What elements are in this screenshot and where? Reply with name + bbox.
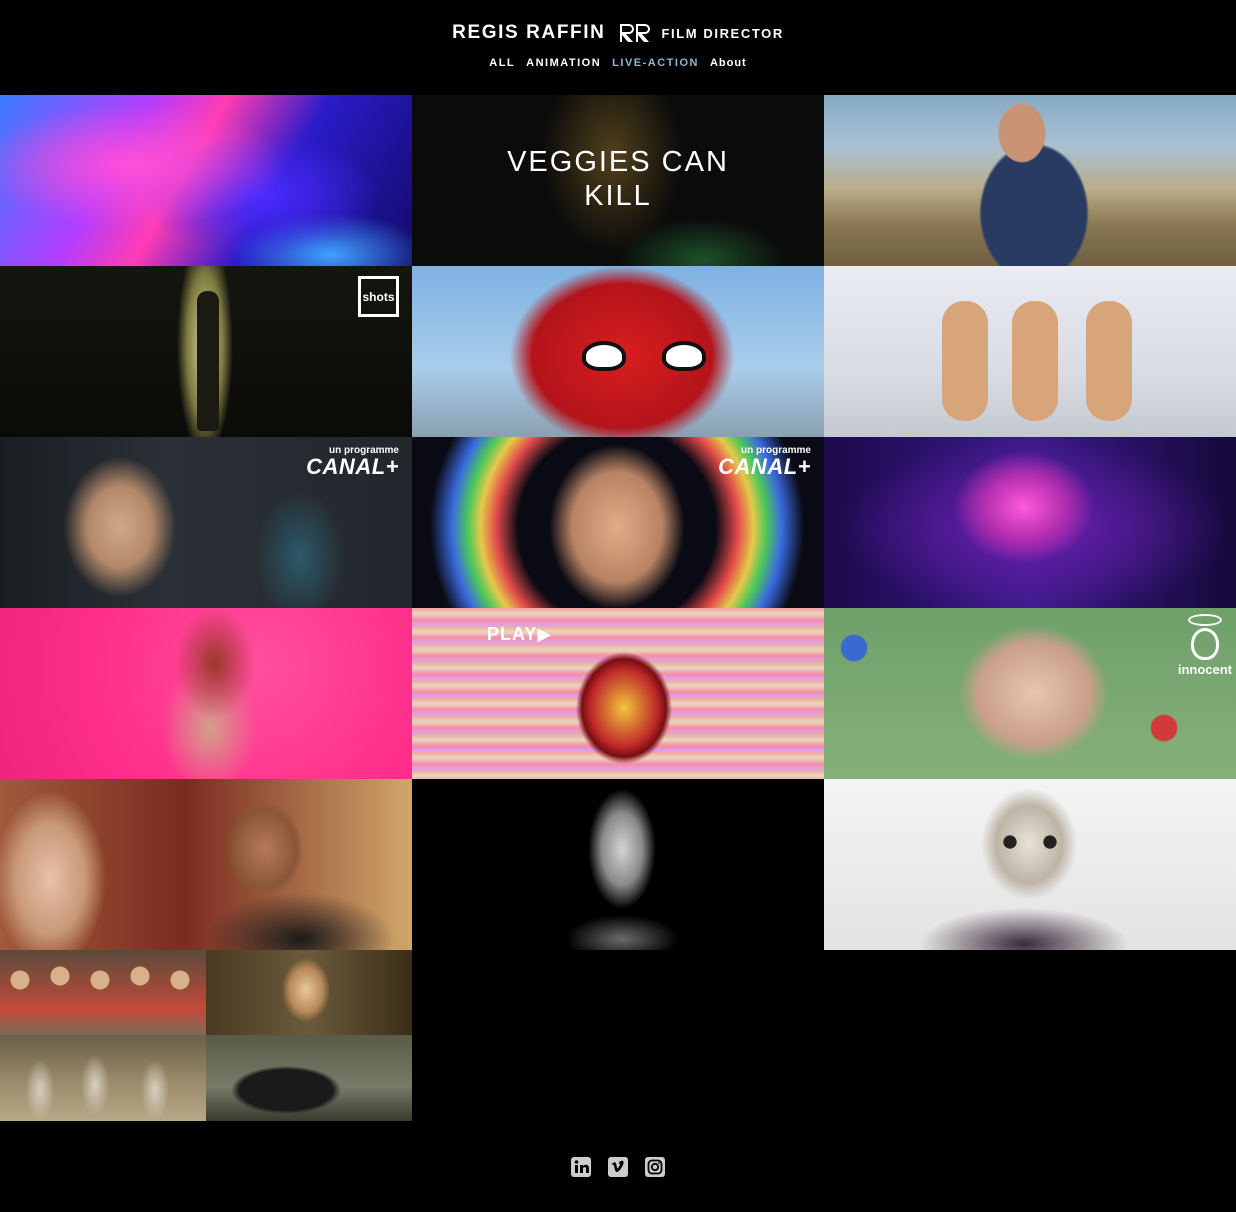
brand[interactable]: REGIS RAFFIN FILM DIRECTOR bbox=[0, 22, 1236, 44]
project-tile[interactable]: VEGGIES CAN KILL bbox=[412, 95, 824, 266]
project-tile[interactable]: un programme CANAL+ bbox=[412, 437, 824, 608]
instagram-icon bbox=[645, 1157, 665, 1177]
thumbnail-detail bbox=[942, 301, 988, 421]
vimeo-link[interactable] bbox=[607, 1156, 629, 1178]
canal-plus-logo: un programme CANAL+ bbox=[306, 445, 399, 478]
project-tile[interactable]: innocent bbox=[824, 608, 1236, 779]
innocent-logo: innocent bbox=[1178, 614, 1232, 677]
project-tile[interactable] bbox=[824, 95, 1236, 266]
site-header: REGIS RAFFIN FILM DIRECTOR ALL ANIMATION… bbox=[0, 0, 1236, 95]
thumbnail-detail bbox=[662, 341, 706, 371]
thumbnail-detail bbox=[1086, 301, 1132, 421]
canal-plus-wordmark: CANAL+ bbox=[306, 454, 399, 479]
project-tile[interactable] bbox=[824, 779, 1236, 950]
nav-animation[interactable]: ANIMATION bbox=[526, 57, 601, 69]
rr-monogram-icon bbox=[620, 24, 651, 42]
linkedin-icon bbox=[571, 1157, 591, 1177]
nav-about[interactable]: About bbox=[710, 57, 747, 69]
play-overlay-text: PLAY▶ bbox=[487, 624, 553, 644]
canal-plus-logo: un programme CANAL+ bbox=[718, 445, 811, 478]
project-tile-mosaic[interactable] bbox=[0, 950, 412, 1121]
mosaic-thumbnail bbox=[0, 1035, 206, 1121]
mosaic-thumbnail bbox=[206, 1035, 412, 1121]
thumbnail-detail bbox=[1012, 301, 1058, 421]
mosaic-thumbnail bbox=[206, 950, 412, 1035]
thumbnail-figure bbox=[197, 291, 219, 431]
project-tile[interactable] bbox=[412, 266, 824, 437]
project-tile[interactable] bbox=[824, 437, 1236, 608]
project-title-line: KILL bbox=[584, 180, 652, 212]
thumbnail-detail bbox=[994, 834, 1066, 850]
project-tile[interactable] bbox=[824, 266, 1236, 437]
project-title-overlay: VEGGIES CAN KILL bbox=[412, 145, 824, 213]
nav-live-action[interactable]: LIVE-ACTION bbox=[612, 57, 699, 69]
project-tile[interactable] bbox=[0, 779, 412, 950]
project-tile[interactable] bbox=[0, 608, 412, 779]
mosaic-thumbnail bbox=[0, 950, 206, 1035]
canal-plus-wordmark: CANAL+ bbox=[718, 454, 811, 479]
main-nav: ALL ANIMATION LIVE-ACTION About bbox=[0, 57, 1236, 69]
project-grid: VEGGIES CAN KILL shots un programme CANA… bbox=[0, 95, 1236, 1121]
innocent-face-icon bbox=[1190, 628, 1219, 660]
thumbnail-detail bbox=[582, 341, 626, 371]
project-tile[interactable] bbox=[412, 779, 824, 950]
project-tile[interactable]: shots bbox=[0, 266, 412, 437]
shots-logo: shots bbox=[358, 276, 399, 317]
innocent-wordmark: innocent bbox=[1177, 662, 1232, 677]
site-subtitle: FILM DIRECTOR bbox=[661, 25, 784, 41]
halo-icon bbox=[1187, 614, 1222, 626]
vimeo-icon bbox=[608, 1157, 628, 1177]
nav-all[interactable]: ALL bbox=[489, 57, 515, 69]
linkedin-link[interactable] bbox=[570, 1156, 592, 1178]
project-title-line: VEGGIES CAN bbox=[507, 146, 729, 178]
project-tile[interactable]: un programme CANAL+ bbox=[0, 437, 412, 608]
site-title[interactable]: REGIS RAFFIN bbox=[452, 22, 605, 44]
social-links bbox=[0, 1156, 1236, 1178]
project-tile[interactable] bbox=[0, 95, 412, 266]
project-tile[interactable]: PLAY▶ bbox=[412, 608, 824, 779]
instagram-link[interactable] bbox=[644, 1156, 666, 1178]
thumbnail-figure bbox=[974, 103, 1094, 266]
